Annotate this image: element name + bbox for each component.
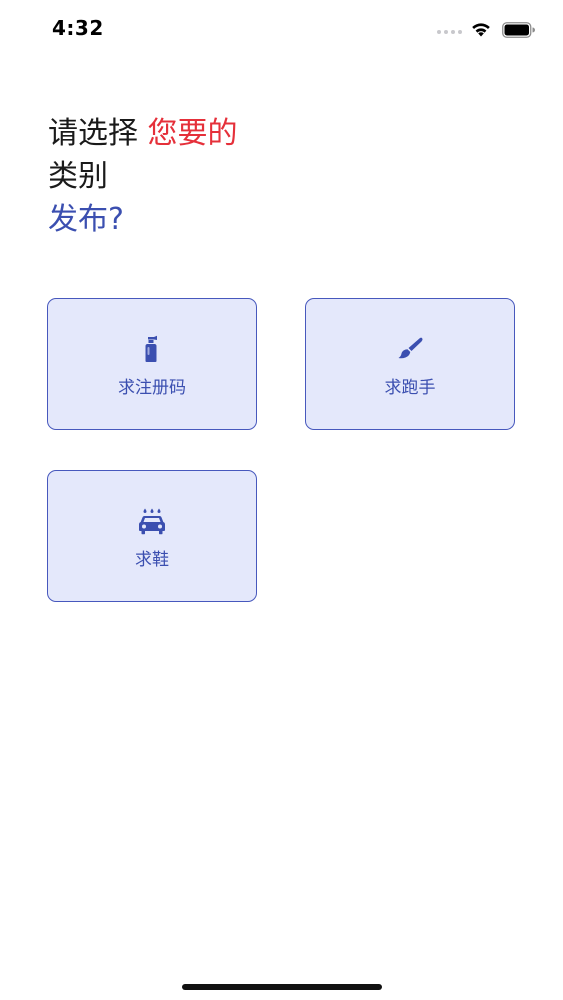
heading-line-1: 请选择 您要的 — [48, 112, 238, 155]
category-card-shoes[interactable]: 求鞋 — [47, 470, 257, 602]
heading-line-3: 发布? — [48, 202, 124, 237]
home-indicator[interactable] — [182, 984, 382, 990]
car-wash-icon — [139, 508, 165, 535]
page-heading: 请选择 您要的 类别 发布? — [48, 112, 238, 241]
category-card-register-code[interactable]: 求注册码 — [47, 298, 257, 430]
category-card-runner[interactable]: 求跑手 — [305, 298, 515, 430]
category-label: 求鞋 — [135, 550, 169, 570]
status-bar: 4:32 — [0, 0, 563, 60]
battery-icon — [502, 22, 535, 38]
spray-bottle-icon — [145, 335, 157, 362]
heading-prefix: 请选择 — [48, 116, 148, 151]
wifi-icon — [472, 23, 490, 37]
heading-accent: 您要的 — [147, 116, 238, 151]
heading-line-2: 类别 — [48, 159, 108, 194]
paint-brush-icon — [398, 337, 423, 359]
cellular-signal-icon — [437, 30, 463, 36]
status-time: 4:32 — [52, 16, 104, 40]
category-label: 求跑手 — [384, 378, 436, 398]
category-label: 求注册码 — [118, 378, 186, 398]
